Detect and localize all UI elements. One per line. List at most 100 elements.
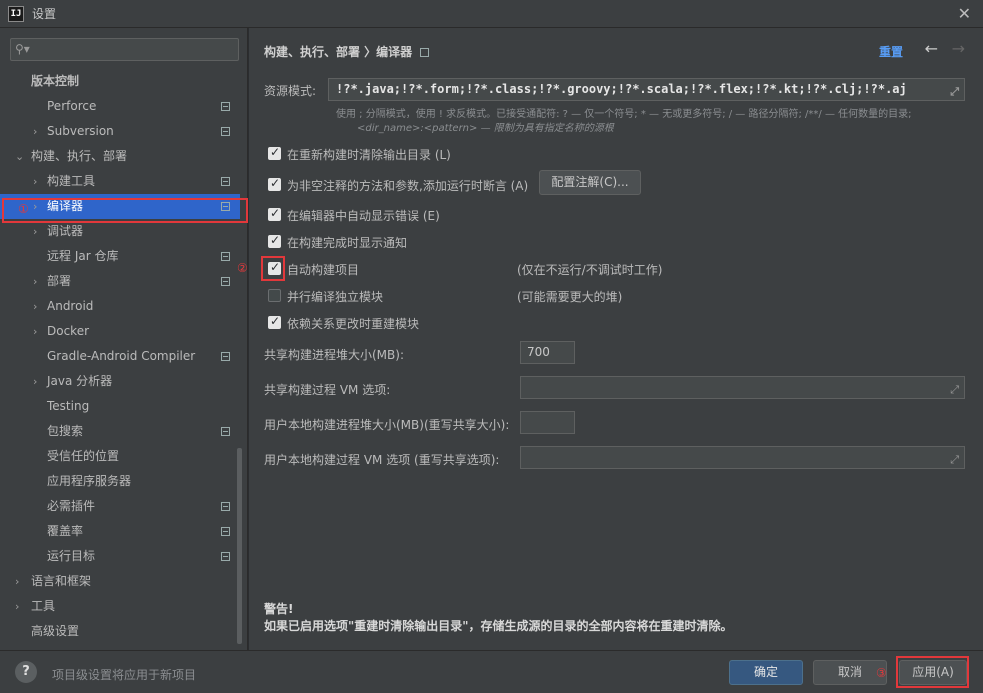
sidebar-item-label: Gradle-Android Compiler <box>47 349 196 363</box>
breadcrumb: 构建、执行、部署 〉编译器 <box>264 43 430 60</box>
sidebar-item[interactable]: Testing <box>0 394 240 419</box>
main-panel: 构建、执行、部署 〉编译器 重置 ← → 资源模式: !?*.java;!?*.… <box>237 28 983 650</box>
settings-sidebar: ⚲▾ 版本控制 Perforce › Subversion ⌄ 构建、执行、部署 › 构建工具… <box>0 28 248 650</box>
sidebar-item[interactable]: › Android <box>0 294 240 319</box>
sidebar-item-label: 工具 <box>31 599 56 613</box>
sidebar-item[interactable]: Gradle-Android Compiler <box>0 344 240 369</box>
checkbox[interactable] <box>268 314 281 329</box>
footer-info: 项目级设置将应用于新项目 <box>52 668 197 682</box>
sidebar-item-label: 受信任的位置 <box>47 449 120 463</box>
sidebar-item-label: Perforce <box>47 99 97 113</box>
close-icon[interactable]: ✕ <box>958 4 971 23</box>
pin-icon <box>221 352 230 361</box>
sidebar-item[interactable]: 包搜索 <box>0 419 240 444</box>
pin-icon <box>221 277 230 286</box>
pin-icon <box>221 527 230 536</box>
pin-icon <box>221 427 230 436</box>
heap-size-label: 共享构建进程堆大小(MB): <box>264 348 404 362</box>
user-heap-label: 用户本地构建进程堆大小(MB)(重写共享大小): <box>264 418 510 432</box>
help-icon[interactable]: ? <box>15 661 37 683</box>
sidebar-item[interactable]: › 构建工具 <box>0 169 240 194</box>
annotation-3: ③ <box>876 666 887 680</box>
vm-options-input[interactable]: ⤢ <box>520 376 965 399</box>
checkbox[interactable] <box>268 206 281 221</box>
chevron-right-icon[interactable]: › <box>33 119 37 144</box>
checkbox-label: 在编辑器中自动显示错误 (E) <box>287 209 440 223</box>
chevron-right-icon[interactable]: › <box>33 269 37 294</box>
sidebar-item[interactable]: 运行目标 <box>0 544 240 569</box>
sidebar-item[interactable]: › Java 分析器 <box>0 369 240 394</box>
warning-text: 如果已启用选项"重建时清除输出目录"，存储生成源的目录的全部内容将在重建时清除。 <box>264 619 733 633</box>
sidebar-item[interactable]: 远程 Jar 仓库 <box>0 244 240 269</box>
sidebar-item[interactable]: 受信任的位置 <box>0 444 240 469</box>
sidebar-item[interactable]: ⌄ 构建、执行、部署 <box>0 144 240 169</box>
sidebar-item-label: 部署 <box>47 274 72 288</box>
user-vm-label: 用户本地构建过程 VM 选项 (重写共享选项): <box>264 453 500 467</box>
sidebar-item-label: 构建工具 <box>47 174 96 188</box>
chevron-right-icon[interactable]: › <box>33 169 37 194</box>
auto-build-note: (仅在不运行/不调试时工作) <box>517 263 663 277</box>
search-input[interactable]: ⚲▾ <box>10 38 239 61</box>
checkbox-label: 并行编译独立模块 <box>287 290 384 304</box>
sidebar-item-label: 必需插件 <box>47 499 96 513</box>
chevron-right-icon[interactable]: › <box>15 594 19 619</box>
checkbox[interactable] <box>268 233 281 248</box>
resource-hint-2: <dir_name>:<pattern> — 限制为具有指定名称的源根 <box>357 123 614 134</box>
checkbox[interactable] <box>268 176 281 191</box>
sidebar-item-label: Testing <box>47 399 90 413</box>
sidebar-item[interactable]: 高级设置 <box>0 619 240 644</box>
sidebar-item[interactable]: › 工具 <box>0 594 240 619</box>
reset-link[interactable]: 重置 <box>879 43 903 60</box>
warning-title: 警告! <box>264 602 294 616</box>
sidebar-item[interactable]: › Subversion <box>0 119 240 144</box>
chevron-down-icon[interactable]: ⌄ <box>15 144 24 169</box>
configure-annotations-button[interactable]: 配置注解(C)... <box>539 170 641 195</box>
heap-size-input[interactable]: 700 <box>520 341 575 364</box>
title-bar: IJ 设置 ✕ <box>0 0 983 28</box>
sidebar-item-label: 版本控制 <box>31 74 80 88</box>
sidebar-scrollbar[interactable] <box>237 448 242 644</box>
sidebar-item[interactable]: 覆盖率 <box>0 519 240 544</box>
chevron-right-icon[interactable]: › <box>33 294 37 319</box>
resource-pattern-input[interactable]: !?*.java;!?*.form;!?*.class;!?*.groovy;!… <box>328 78 965 101</box>
sidebar-item[interactable]: 版本控制 <box>0 69 240 94</box>
chevron-right-icon[interactable]: › <box>15 569 19 594</box>
checkbox-label: 自动构建项目 <box>287 263 360 277</box>
pin-icon <box>221 252 230 261</box>
annotation-2: ② <box>237 261 248 275</box>
window-title: 设置 <box>32 7 57 21</box>
sidebar-item-label: Docker <box>47 324 90 338</box>
pin-icon <box>420 48 430 57</box>
chevron-right-icon[interactable]: › <box>33 369 37 394</box>
sidebar-item[interactable]: Perforce <box>0 94 240 119</box>
user-heap-input[interactable] <box>520 411 575 434</box>
expand-icon[interactable]: ⤢ <box>950 81 959 102</box>
checkbox[interactable] <box>268 145 281 160</box>
sidebar-item-label: 远程 Jar 仓库 <box>47 249 119 263</box>
user-vm-input[interactable]: ⤢ <box>520 446 965 469</box>
forward-arrow-icon[interactable]: → <box>952 39 965 58</box>
checkbox-label: 为非空注释的方法和参数,添加运行时断言 (A) <box>287 179 529 193</box>
sidebar-item-label: 包搜索 <box>47 424 84 438</box>
parallel-note: (可能需要更大的堆) <box>517 290 623 304</box>
sidebar-item-label: 覆盖率 <box>47 524 84 538</box>
chevron-right-icon[interactable]: › <box>33 319 37 344</box>
expand-icon[interactable]: ⤢ <box>950 449 959 470</box>
sidebar-item[interactable]: › Docker <box>0 319 240 344</box>
sidebar-item[interactable]: › 部署 <box>0 269 240 294</box>
sidebar-item[interactable]: 必需插件 <box>0 494 240 519</box>
ok-button[interactable]: 确定 <box>729 660 803 685</box>
sidebar-item[interactable]: 应用程序服务器 <box>0 469 240 494</box>
pin-icon <box>221 502 230 511</box>
pin-icon <box>221 552 230 561</box>
sidebar-item-label: 应用程序服务器 <box>47 474 132 488</box>
checkbox[interactable] <box>268 289 281 302</box>
sidebar-item[interactable]: › 语言和框架 <box>0 569 240 594</box>
back-arrow-icon[interactable]: ← <box>925 39 938 58</box>
pin-icon <box>221 177 230 186</box>
expand-icon[interactable]: ⤢ <box>950 379 959 400</box>
search-icon: ⚲▾ <box>15 42 30 56</box>
sidebar-item-label: Subversion <box>47 124 114 138</box>
highlight-box-auto-build <box>261 256 285 281</box>
resource-pattern-label: 资源模式: <box>264 84 317 98</box>
